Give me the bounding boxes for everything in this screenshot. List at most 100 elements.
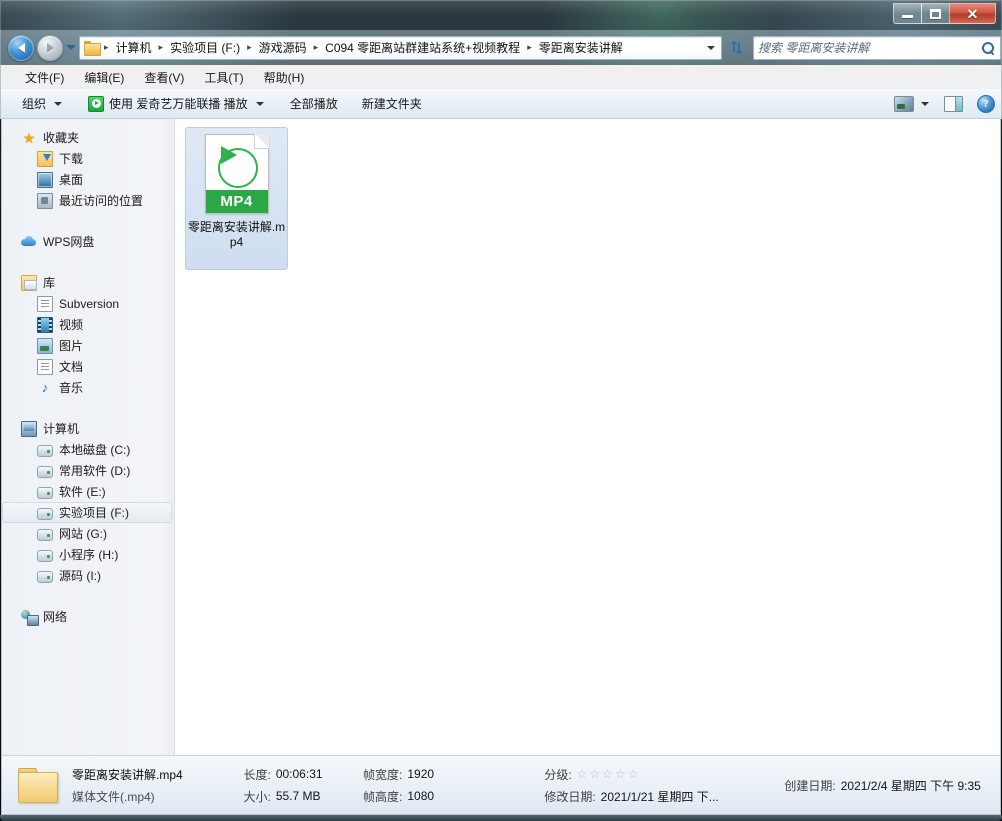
title-bar: ✕	[0, 0, 1002, 30]
search-input[interactable]: 搜索 零距离安装讲解	[758, 39, 980, 56]
details-rating-key: 分级:	[544, 766, 571, 783]
forward-button[interactable]	[37, 35, 63, 61]
close-icon: ✕	[967, 7, 979, 21]
play-with-button[interactable]: 使用 爱奇艺万能联播 播放	[81, 91, 271, 116]
drive-icon	[37, 571, 53, 583]
folder-icon	[84, 41, 100, 54]
breadcrumb-separator: ▸	[310, 43, 323, 52]
details-frame-width-value: 1920	[407, 767, 434, 781]
sidebar-item-drive-g[interactable]: 网站 (G:)	[2, 523, 174, 544]
details-size-row: 大小: 55.7 MB	[243, 788, 363, 805]
details-length-key: 长度:	[243, 766, 270, 783]
maximize-icon	[930, 9, 941, 19]
breadcrumb-item-computer[interactable]: 计算机	[113, 37, 155, 58]
sidebar-label: 最近访问的位置	[59, 192, 143, 209]
file-list-pane[interactable]: MP4 零距离安装讲解.mp4	[175, 119, 1000, 755]
sidebar-item-music[interactable]: ♪ 音乐	[2, 377, 174, 398]
sidebar-label: 计算机	[43, 420, 79, 437]
sidebar-item-pictures[interactable]: 图片	[2, 335, 174, 356]
breadcrumb-item-current-folder[interactable]: 零距离安装讲解	[536, 37, 626, 58]
sidebar-item-recent-places[interactable]: 最近访问的位置	[2, 190, 174, 211]
star-icon[interactable]: ☆	[602, 768, 613, 780]
search-box[interactable]: 搜索 零距离安装讲解	[753, 36, 1001, 60]
details-frame-width-row: 帧宽度: 1920	[363, 766, 544, 783]
breadcrumb-item-c094[interactable]: C094 零距离站群建站系统+视频教程	[322, 37, 523, 58]
back-button[interactable]	[8, 35, 34, 61]
forward-arrow-icon	[47, 43, 54, 53]
sidebar-item-drive-e[interactable]: 软件 (E:)	[2, 481, 174, 502]
sidebar-item-network[interactable]: 网络	[2, 606, 174, 627]
sidebar-item-drive-h[interactable]: 小程序 (H:)	[2, 544, 174, 565]
sidebar-label: Subversion	[59, 297, 119, 311]
maximize-button[interactable]	[921, 3, 950, 24]
sidebar-item-videos[interactable]: 视频	[2, 314, 174, 335]
command-toolbar-right: ?	[894, 95, 995, 113]
menu-view[interactable]: 查看(V)	[134, 66, 194, 89]
star-icon[interactable]: ☆	[615, 768, 626, 780]
address-bar[interactable]: ▸ 计算机 ▸ 实验项目 (F:) ▸ 游戏源码 ▸ C094 零距离站群建站系…	[79, 36, 722, 60]
menu-edit[interactable]: 编辑(E)	[74, 66, 134, 89]
sidebar-item-downloads[interactable]: 下载	[2, 148, 174, 169]
sidebar-item-desktop[interactable]: 桌面	[2, 169, 174, 190]
sidebar-item-drive-c[interactable]: 本地磁盘 (C:)	[2, 439, 174, 460]
minimize-button[interactable]	[893, 3, 922, 24]
sidebar-label: 实验项目 (F:)	[59, 504, 129, 521]
file-item[interactable]: MP4 零距离安装讲解.mp4	[185, 127, 288, 270]
details-column-name: 零距离安装讲解.mp4 媒体文件(.mp4)	[72, 766, 243, 805]
breadcrumb-separator: ▸	[523, 43, 536, 52]
details-column-frame: 帧宽度: 1920 帧高度: 1080	[363, 766, 544, 805]
details-pane: 零距离安装讲解.mp4 媒体文件(.mp4) 长度: 00:06:31 大小: …	[1, 755, 1001, 815]
star-icon[interactable]: ☆	[577, 768, 588, 780]
sidebar-item-drive-f[interactable]: 实验项目 (F:)	[2, 502, 172, 523]
document-icon	[37, 296, 53, 312]
sidebar-item-favorites[interactable]: ★ 收藏夹	[2, 127, 174, 148]
sidebar-item-drive-d[interactable]: 常用软件 (D:)	[2, 460, 174, 481]
details-size-value: 55.7 MB	[276, 789, 321, 803]
address-toolbar: ▸ 计算机 ▸ 实验项目 (F:) ▸ 游戏源码 ▸ C094 零距离站群建站系…	[0, 30, 1002, 65]
address-history-dropdown-button[interactable]	[703, 46, 719, 50]
star-icon[interactable]: ☆	[589, 768, 600, 780]
menu-tools[interactable]: 工具(T)	[194, 66, 253, 89]
picture-icon	[37, 338, 53, 354]
sidebar-item-documents[interactable]: 文档	[2, 356, 174, 377]
navigation-pane[interactable]: ★ 收藏夹 下载 桌面 最近访问的位置	[2, 119, 175, 755]
details-modified-key: 修改日期:	[544, 788, 595, 805]
new-folder-button[interactable]: 新建文件夹	[355, 91, 429, 116]
search-icon	[980, 40, 996, 56]
sidebar-label: 本地磁盘 (C:)	[59, 441, 130, 458]
refresh-button[interactable]	[725, 37, 747, 59]
new-folder-label: 新建文件夹	[362, 95, 422, 112]
close-button[interactable]: ✕	[949, 3, 996, 24]
nav-group-favorites: ★ 收藏夹 下载 桌面 最近访问的位置	[2, 127, 174, 211]
document-icon	[37, 359, 53, 375]
play-with-label: 使用 爱奇艺万能联播 播放	[109, 95, 248, 112]
star-icon[interactable]: ☆	[628, 768, 639, 780]
rating-stars[interactable]: ☆☆☆☆☆	[577, 768, 639, 780]
help-button[interactable]: ?	[977, 95, 995, 113]
breadcrumb-item-drive-f[interactable]: 实验项目 (F:)	[167, 37, 243, 58]
menu-file[interactable]: 文件(F)	[15, 66, 74, 89]
menu-bar: 文件(F) 编辑(E) 查看(V) 工具(T) 帮助(H)	[0, 65, 1002, 89]
sidebar-item-libraries[interactable]: 库	[2, 272, 174, 293]
details-modified-row: 修改日期: 2021/1/21 星期四 下...	[544, 788, 784, 805]
menu-help[interactable]: 帮助(H)	[254, 66, 315, 89]
window-bottom-edge	[0, 815, 1002, 821]
play-all-button[interactable]: 全部播放	[283, 91, 345, 116]
change-view-dropdown-button[interactable]	[918, 102, 932, 106]
mp4-badge: MP4	[206, 190, 268, 213]
sidebar-label: 下载	[59, 150, 83, 167]
breadcrumb-item-game-source[interactable]: 游戏源码	[256, 37, 310, 58]
details-rating-row[interactable]: 分级: ☆☆☆☆☆	[544, 766, 784, 783]
sidebar-item-subversion[interactable]: Subversion	[2, 293, 174, 314]
change-view-button[interactable]	[894, 96, 914, 112]
sidebar-label: 常用软件 (D:)	[59, 462, 130, 479]
sidebar-item-drive-i[interactable]: 源码 (I:)	[2, 565, 174, 586]
sidebar-label: 网络	[43, 608, 67, 625]
details-frame-width-key: 帧宽度:	[363, 766, 402, 783]
show-preview-pane-button[interactable]	[944, 96, 963, 112]
organize-button[interactable]: 组织	[15, 91, 69, 116]
sidebar-item-computer[interactable]: 计算机	[2, 418, 174, 439]
sidebar-item-wps-cloud[interactable]: WPS网盘	[2, 231, 174, 252]
recent-pages-dropdown-button[interactable]	[65, 38, 76, 58]
drive-icon	[37, 445, 53, 457]
